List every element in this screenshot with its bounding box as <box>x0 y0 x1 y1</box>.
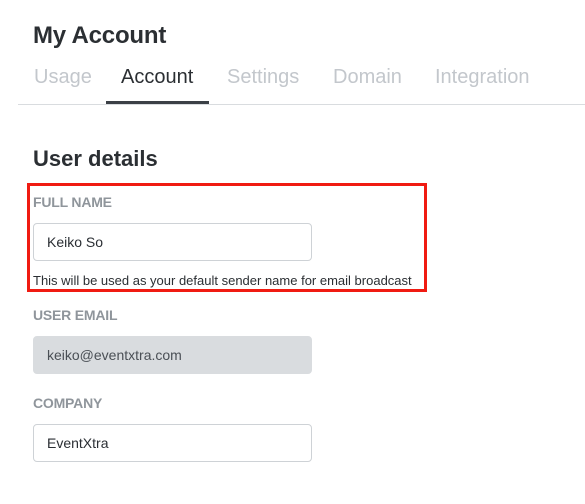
my-account-page: My Account Usage Account Settings Domain… <box>0 0 585 504</box>
user-email-label: USER EMAIL <box>33 307 118 323</box>
active-tab-indicator <box>106 101 209 104</box>
account-tabs: Usage Account Settings Domain Integratio… <box>18 60 585 105</box>
tab-usage[interactable]: Usage <box>34 66 92 89</box>
tab-account[interactable]: Account <box>121 66 193 89</box>
full-name-input[interactable] <box>33 223 312 261</box>
full-name-help-text: This will be used as your default sender… <box>33 273 412 288</box>
page-title: My Account <box>33 22 167 49</box>
tab-domain[interactable]: Domain <box>333 66 402 89</box>
full-name-label: FULL NAME <box>33 194 112 210</box>
user-email-input <box>33 336 312 374</box>
section-title: User details <box>33 146 158 171</box>
company-label: COMPANY <box>33 395 103 411</box>
tab-settings[interactable]: Settings <box>227 66 299 89</box>
company-input[interactable] <box>33 424 312 462</box>
tab-integration[interactable]: Integration <box>435 66 530 89</box>
